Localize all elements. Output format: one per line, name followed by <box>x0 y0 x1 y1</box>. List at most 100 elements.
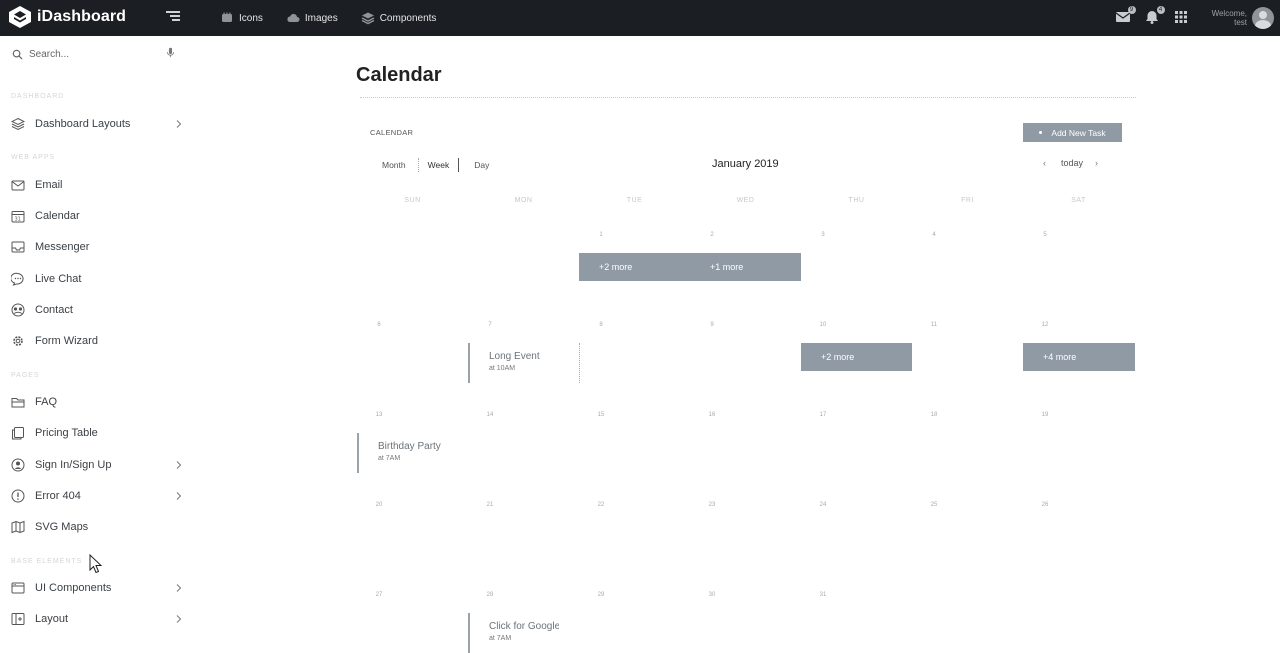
day-number[interactable]: 31 <box>813 592 833 598</box>
more-events-link[interactable]: +2 more <box>579 253 690 281</box>
day-number[interactable]: 29 <box>591 592 611 598</box>
day-number[interactable]: 8 <box>591 322 611 328</box>
view-divider <box>417 158 419 172</box>
apps-button[interactable] <box>1173 9 1191 27</box>
sidebar-item-sign-in-sign-up[interactable]: Sign In/Sign Up <box>11 456 185 474</box>
event-divider <box>579 343 580 383</box>
sidebar-item-form-wizard[interactable]: Form Wizard <box>11 332 185 350</box>
copy-icon <box>12 427 24 440</box>
calendar-event[interactable]: Birthday Party at 7AM <box>357 433 448 473</box>
mail-button[interactable]: 9 <box>1115 6 1136 27</box>
add-task-label: Add New Task <box>1051 127 1106 138</box>
day-number[interactable]: 12 <box>1035 322 1055 328</box>
sidebar-item-email[interactable]: Email <box>11 176 185 194</box>
day-number[interactable]: 1 <box>591 232 611 238</box>
section-dashboard: DASHBOARD <box>11 93 65 100</box>
menu-toggle-icon[interactable] <box>166 11 180 23</box>
dot-icon <box>1039 131 1043 134</box>
logo-icon <box>9 6 31 28</box>
day-number[interactable]: 4 <box>924 232 944 238</box>
day-number[interactable]: 5 <box>1035 232 1055 238</box>
day-number[interactable]: 11 <box>924 322 944 328</box>
topnav-images[interactable]: Images <box>286 11 338 25</box>
today-button[interactable]: today <box>1061 158 1083 168</box>
calendar-event[interactable]: Long Event at 10AM <box>468 343 579 383</box>
layout-icon <box>11 613 25 625</box>
title-divider <box>360 97 1136 98</box>
day-number[interactable]: 3 <box>813 232 833 238</box>
day-number[interactable]: 17 <box>813 412 833 418</box>
day-number[interactable]: 2 <box>702 232 722 238</box>
sidebar-item-label: FAQ <box>35 396 58 408</box>
day-number[interactable]: 26 <box>1035 502 1055 508</box>
sidebar-item-contact[interactable]: Contact <box>11 301 185 319</box>
day-number[interactable]: 19 <box>1035 412 1055 418</box>
day-number[interactable]: 18 <box>924 412 944 418</box>
calendar-event[interactable]: Click for Google at 7AM <box>468 613 559 653</box>
topnav-icons[interactable]: Icons <box>220 11 263 25</box>
search-input[interactable] <box>29 48 149 60</box>
day-number[interactable]: 24 <box>813 502 833 508</box>
avatar[interactable] <box>1252 7 1274 29</box>
day-number[interactable]: 10 <box>813 322 833 328</box>
folder-icon <box>11 398 25 408</box>
next-month-button[interactable]: › <box>1095 158 1098 168</box>
search-icon <box>12 49 23 60</box>
day-number[interactable]: 27 <box>369 592 389 598</box>
day-number[interactable]: 22 <box>591 502 611 508</box>
more-events-link[interactable]: +2 more <box>801 343 912 371</box>
day-number[interactable]: 25 <box>924 502 944 508</box>
day-number[interactable]: 6 <box>369 322 389 328</box>
event-time: at 10AM <box>489 365 516 372</box>
day-number[interactable]: 16 <box>702 412 722 418</box>
event-title: Click for Google <box>489 621 559 632</box>
view-week-button[interactable]: Week <box>428 160 450 170</box>
sidebar-item-live-chat[interactable]: Live Chat <box>11 270 185 288</box>
day-number[interactable]: 20 <box>369 502 389 508</box>
topnav-components[interactable]: Components <box>361 11 437 25</box>
sidebar-item-ui-components[interactable]: UI Components <box>11 579 185 597</box>
topnav-icons-label: Icons <box>239 12 263 24</box>
day-number[interactable]: 21 <box>480 502 500 508</box>
sidebar-item-label: Messenger <box>35 241 90 253</box>
microphone-icon[interactable] <box>165 47 176 58</box>
day-number[interactable]: 9 <box>702 322 722 328</box>
brand[interactable]: iDashboard <box>8 5 126 29</box>
topnav-images-label: Images <box>304 12 338 24</box>
sidebar-item-messenger[interactable]: Messenger <box>11 238 185 256</box>
sidebar-item-label: Sign In/Sign Up <box>35 459 112 471</box>
day-number[interactable]: 7 <box>480 322 500 328</box>
sidebar-item-svg-maps[interactable]: SVG Maps <box>11 518 185 536</box>
sidebar-item-layout[interactable]: Layout <box>11 610 185 628</box>
more-events-link[interactable]: +1 more <box>690 253 801 281</box>
sidebar-item-error-404[interactable]: Error 404 <box>11 487 185 505</box>
sidebar-item-dashboard-layouts[interactable]: Dashboard Layouts <box>11 115 185 133</box>
add-new-task-button[interactable]: Add New Task <box>1023 123 1122 142</box>
sidebar-item-pricing-table[interactable]: Pricing Table <box>11 424 185 442</box>
mouse-cursor-icon <box>89 554 103 574</box>
day-number[interactable]: 15 <box>591 412 611 418</box>
user-greeting[interactable]: Welcome, test <box>1212 9 1247 27</box>
day-number[interactable]: 30 <box>702 592 722 598</box>
day-number[interactable]: 28 <box>480 592 500 598</box>
prev-month-button[interactable]: ‹ <box>1043 158 1046 168</box>
sidebar-item-faq[interactable]: FAQ <box>11 393 185 411</box>
topnav-components-label: Components <box>379 12 437 24</box>
welcome-text: Welcome, <box>1211 9 1247 18</box>
svg-text:31: 31 <box>15 217 21 223</box>
section-pages: PAGES <box>11 372 40 379</box>
sidebar-item-label: Error 404 <box>35 490 81 502</box>
day-number[interactable]: 23 <box>702 502 722 508</box>
day-number[interactable]: 14 <box>480 412 500 418</box>
month-title: January 2019 <box>712 158 779 170</box>
notifications-button[interactable]: 4 <box>1144 6 1165 27</box>
layers-icon <box>11 117 25 131</box>
view-month-button[interactable]: Month <box>382 160 406 170</box>
calendar-navigation: ‹ today › <box>1043 158 1098 168</box>
weekday-header: SAT <box>1071 197 1086 204</box>
day-number[interactable]: 13 <box>369 412 389 418</box>
more-events-link[interactable]: +4 more <box>1023 343 1135 371</box>
view-day-button[interactable]: Day <box>474 160 489 170</box>
mail-badge: 9 <box>1127 6 1136 14</box>
sidebar-item-calendar[interactable]: 31 Calendar <box>11 207 185 225</box>
